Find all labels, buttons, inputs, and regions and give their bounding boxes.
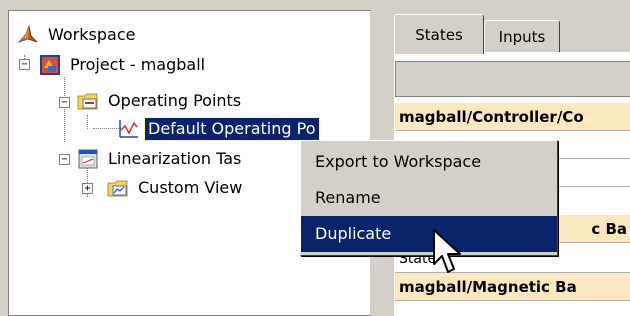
tab-states[interactable]: States bbox=[394, 14, 484, 54]
menu-item-rename[interactable]: Rename bbox=[301, 180, 557, 216]
arrow-cursor-icon bbox=[433, 229, 461, 273]
custom-view-folder-icon bbox=[107, 177, 129, 199]
collapse-linearization-task-toggle[interactable]: − bbox=[59, 154, 70, 165]
table-header bbox=[395, 61, 630, 97]
project-icon bbox=[39, 54, 61, 76]
tree-connector bbox=[87, 115, 88, 129]
menu-item-duplicate[interactable]: Duplicate bbox=[301, 216, 557, 252]
tree-node-project[interactable]: Project - magball bbox=[39, 53, 208, 77]
operating-point-icon bbox=[117, 118, 139, 140]
tree-label-operating-points: Operating Points bbox=[108, 91, 242, 110]
tree-node-default-operating-point[interactable]: Default Operating Po bbox=[117, 117, 320, 141]
tree-label-workspace: Workspace bbox=[48, 25, 136, 44]
workspace-icon bbox=[17, 24, 39, 46]
context-menu: Export to Workspace Rename Duplicate bbox=[300, 140, 558, 256]
tree-label-custom-views: Custom View bbox=[138, 178, 243, 197]
collapse-project-toggle[interactable]: − bbox=[19, 59, 30, 70]
tree-node-operating-points[interactable]: Operating Points bbox=[77, 89, 244, 113]
table-row-group[interactable]: magball/Controller/Co bbox=[395, 103, 630, 131]
tab-inputs[interactable]: Inputs bbox=[484, 20, 560, 52]
tree-node-workspace[interactable]: Workspace bbox=[17, 23, 138, 47]
linearization-task-icon bbox=[77, 148, 99, 170]
expand-custom-views-toggle[interactable]: + bbox=[82, 183, 93, 194]
tree-label-project: Project - magball bbox=[70, 55, 206, 74]
tree-connector bbox=[64, 77, 65, 142]
collapse-operating-points-toggle[interactable]: − bbox=[59, 97, 70, 108]
tree-node-custom-views[interactable]: Custom View bbox=[107, 176, 245, 200]
tree-label-default-operating-point: Default Operating Po bbox=[144, 117, 320, 141]
folder-icon bbox=[77, 90, 99, 112]
tree-label-linearization-task: Linearization Tas bbox=[108, 149, 242, 168]
tree-node-linearization-task[interactable]: Linearization Tas bbox=[77, 147, 244, 171]
menu-item-export-to-workspace[interactable]: Export to Workspace bbox=[301, 144, 557, 180]
